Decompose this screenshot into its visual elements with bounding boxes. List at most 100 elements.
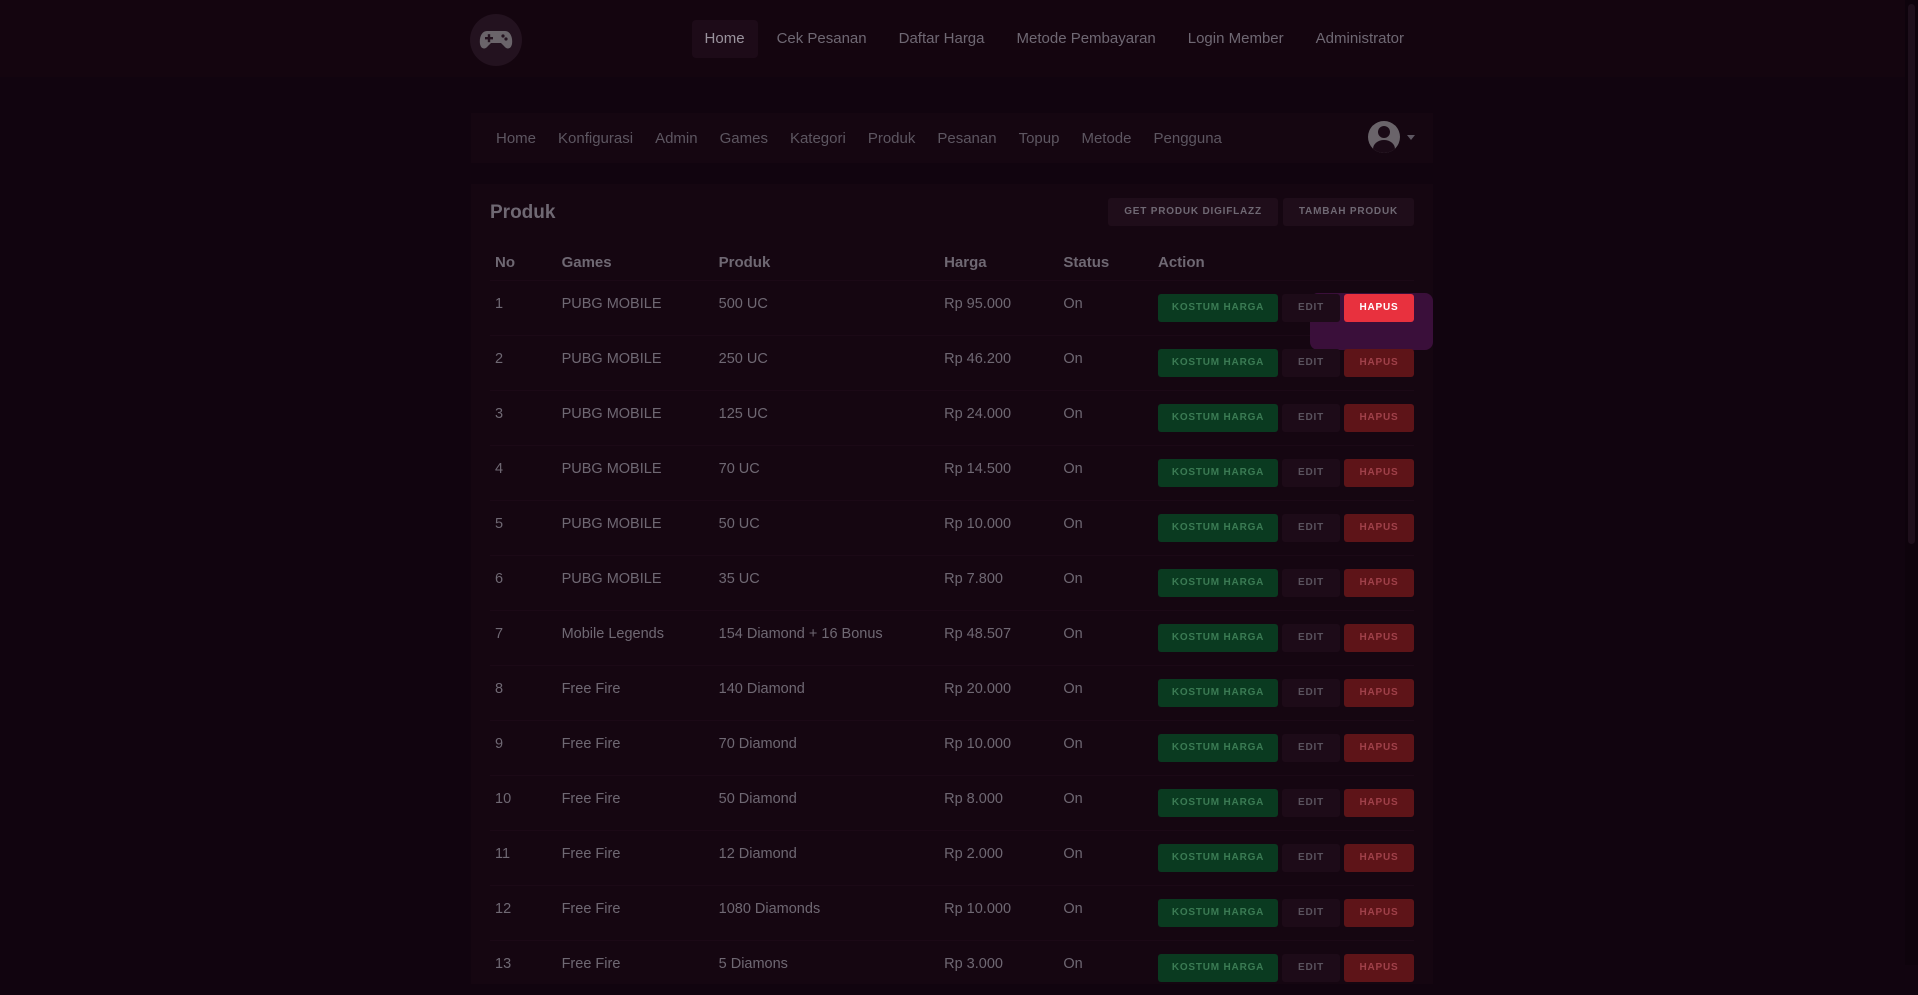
hapus-button[interactable]: HAPUS — [1344, 459, 1414, 487]
edit-button[interactable]: EDIT — [1282, 954, 1340, 982]
kostum-harga-button[interactable]: KOSTUM HARGA — [1158, 514, 1278, 542]
cell-produk: 12 Diamond — [714, 831, 939, 886]
cell-no-text: 9 — [495, 736, 503, 752]
table-row: 12Free Fire1080 DiamondsRp 10.000OnKOSTU… — [490, 886, 1414, 941]
kostum-harga-button[interactable]: KOSTUM HARGA — [1158, 954, 1278, 982]
edit-button[interactable]: EDIT — [1282, 844, 1340, 872]
nav-cek-pesanan[interactable]: Cek Pesanan — [764, 20, 880, 58]
kostum-harga-button[interactable]: KOSTUM HARGA — [1158, 679, 1278, 707]
user-avatar-icon[interactable] — [1368, 121, 1400, 153]
cell-no-text: 10 — [495, 791, 511, 807]
hapus-button[interactable]: HAPUS — [1344, 349, 1414, 377]
cell-harga: Rp 48.507 — [939, 611, 1058, 666]
row-actions: KOSTUM HARGAEDITHAPUS — [1158, 459, 1414, 487]
cell-harga-text: Rp 7.800 — [944, 571, 1003, 587]
tambah-produk-button[interactable]: TAMBAH PRODUK — [1283, 198, 1414, 226]
kostum-harga-button[interactable]: KOSTUM HARGA — [1158, 789, 1278, 817]
kostum-harga-button[interactable]: KOSTUM HARGA — [1158, 349, 1278, 377]
edit-button[interactable]: EDIT — [1282, 789, 1340, 817]
subnav-pengguna[interactable]: Pengguna — [1143, 130, 1233, 147]
scrollbar-thumb[interactable] — [1908, 4, 1915, 544]
hapus-button[interactable]: HAPUS — [1344, 844, 1414, 872]
hapus-button[interactable]: HAPUS — [1344, 899, 1414, 927]
cell-action: KOSTUM HARGAEDITHAPUS — [1153, 831, 1414, 886]
kostum-harga-button[interactable]: KOSTUM HARGA — [1158, 734, 1278, 762]
row-actions: KOSTUM HARGAEDITHAPUS — [1158, 844, 1414, 872]
edit-button[interactable]: EDIT — [1282, 404, 1340, 432]
cell-status: On — [1058, 391, 1153, 446]
user-menu[interactable] — [1368, 121, 1415, 153]
cell-action: KOSTUM HARGAEDITHAPUS — [1153, 666, 1414, 721]
edit-button[interactable]: EDIT — [1282, 294, 1340, 322]
subnav-games[interactable]: Games — [709, 130, 779, 147]
subnav-kategori[interactable]: Kategori — [779, 130, 857, 147]
row-actions: KOSTUM HARGAEDITHAPUS — [1158, 294, 1414, 322]
hapus-button[interactable]: HAPUS — [1344, 514, 1414, 542]
kostum-harga-button[interactable]: KOSTUM HARGA — [1158, 294, 1278, 322]
hapus-button[interactable]: HAPUS — [1344, 624, 1414, 652]
cell-no: 13 — [490, 941, 557, 995]
kostum-harga-button[interactable]: KOSTUM HARGA — [1158, 404, 1278, 432]
cell-harga: Rp 8.000 — [939, 776, 1058, 831]
subnav-produk[interactable]: Produk — [857, 130, 927, 147]
cell-game: Free Fire — [557, 831, 714, 886]
subnav-pesanan[interactable]: Pesanan — [926, 130, 1007, 147]
edit-button[interactable]: EDIT — [1282, 514, 1340, 542]
subnav-konfigurasi[interactable]: Konfigurasi — [547, 130, 644, 147]
caret-down-icon[interactable] — [1407, 135, 1415, 140]
hapus-button[interactable]: HAPUS — [1344, 679, 1414, 707]
cell-status: On — [1058, 721, 1153, 776]
nav-login-member[interactable]: Login Member — [1175, 20, 1297, 58]
hapus-button[interactable]: HAPUS — [1344, 404, 1414, 432]
cell-harga-text: Rp 24.000 — [944, 406, 1011, 422]
produk-card: Produk GET PRODUK DIGIFLAZZ TAMBAH PRODU… — [471, 184, 1433, 984]
cell-status: On — [1058, 501, 1153, 556]
subnav-topup[interactable]: Topup — [1008, 130, 1071, 147]
edit-button[interactable]: EDIT — [1282, 459, 1340, 487]
nav-home[interactable]: Home — [692, 20, 758, 58]
cell-status: On — [1058, 336, 1153, 391]
nav-administrator[interactable]: Administrator — [1303, 20, 1417, 58]
cell-produk: 500 UC — [714, 281, 939, 336]
cell-harga: Rp 7.800 — [939, 556, 1058, 611]
get-produk-digiflazz-button[interactable]: GET PRODUK DIGIFLAZZ — [1108, 198, 1278, 226]
edit-button[interactable]: EDIT — [1282, 624, 1340, 652]
subnav-metode[interactable]: Metode — [1070, 130, 1142, 147]
kostum-harga-button[interactable]: KOSTUM HARGA — [1158, 624, 1278, 652]
table-row: 13Free Fire5 DiamonsRp 3.000OnKOSTUM HAR… — [490, 941, 1414, 995]
edit-button[interactable]: EDIT — [1282, 569, 1340, 597]
cell-harga-text: Rp 95.000 — [944, 296, 1011, 312]
hapus-button[interactable]: HAPUS — [1344, 954, 1414, 982]
cell-no-text: 2 — [495, 351, 503, 367]
cell-produk: 125 UC — [714, 391, 939, 446]
subnav-home[interactable]: Home — [485, 130, 547, 147]
kostum-harga-button[interactable]: KOSTUM HARGA — [1158, 569, 1278, 597]
cell-action: KOSTUM HARGAEDITHAPUS — [1153, 886, 1414, 941]
hapus-button[interactable]: HAPUS — [1344, 789, 1414, 817]
cell-game: PUBG MOBILE — [557, 446, 714, 501]
cell-produk-text: 1080 Diamonds — [719, 901, 821, 917]
edit-button[interactable]: EDIT — [1282, 679, 1340, 707]
row-actions: KOSTUM HARGAEDITHAPUS — [1158, 569, 1414, 597]
kostum-harga-button[interactable]: KOSTUM HARGA — [1158, 459, 1278, 487]
cell-status: On — [1058, 776, 1153, 831]
nav-daftar-harga[interactable]: Daftar Harga — [886, 20, 998, 58]
cell-game: PUBG MOBILE — [557, 281, 714, 336]
edit-button[interactable]: EDIT — [1282, 899, 1340, 927]
cell-produk-text: 154 Diamond + 16 Bonus — [719, 626, 883, 642]
edit-button[interactable]: EDIT — [1282, 734, 1340, 762]
edit-button[interactable]: EDIT — [1282, 349, 1340, 377]
cell-no: 7 — [490, 611, 557, 666]
kostum-harga-button[interactable]: KOSTUM HARGA — [1158, 899, 1278, 927]
hapus-button[interactable]: HAPUS — [1344, 294, 1414, 322]
nav-metode-pembayaran[interactable]: Metode Pembayaran — [1004, 20, 1169, 58]
kostum-harga-button[interactable]: KOSTUM HARGA — [1158, 844, 1278, 872]
subnav-admin[interactable]: Admin — [644, 130, 709, 147]
header-produk: Produk — [714, 244, 939, 281]
hapus-button[interactable]: HAPUS — [1344, 569, 1414, 597]
gamepad-icon[interactable] — [470, 14, 522, 66]
cell-produk: 70 UC — [714, 446, 939, 501]
cell-game-text: PUBG MOBILE — [562, 351, 662, 367]
hapus-button[interactable]: HAPUS — [1344, 734, 1414, 762]
page-scrollbar[interactable] — [1905, 0, 1918, 965]
